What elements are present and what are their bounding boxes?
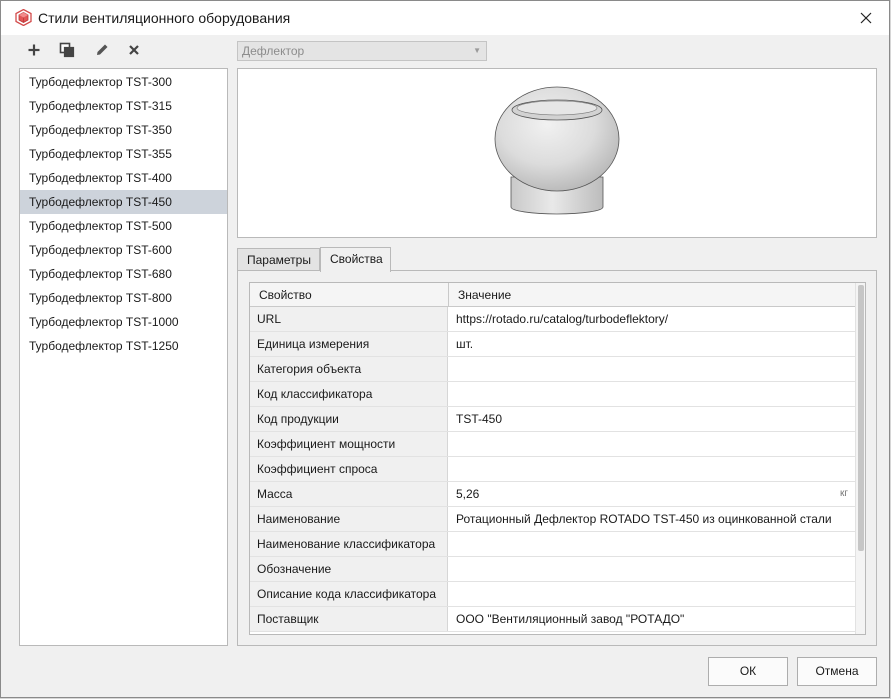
table-row: Код продукции TST-450 bbox=[250, 407, 856, 432]
app-logo-icon bbox=[15, 9, 32, 26]
property-name-cell: Поставщик bbox=[250, 607, 448, 631]
property-value-cell[interactable]: шт. bbox=[449, 332, 856, 356]
close-icon bbox=[860, 12, 872, 24]
ok-button[interactable]: ОК bbox=[708, 657, 788, 686]
property-value-cell[interactable]: https://rotado.ru/catalog/turbodeflektor… bbox=[449, 307, 856, 331]
list-item-selected[interactable]: Турбодефлектор TST-450 bbox=[20, 190, 227, 214]
table-row: Обозначение bbox=[250, 557, 856, 582]
list-item[interactable]: Турбодефлектор TST-600 bbox=[20, 238, 227, 262]
property-name-cell: Код продукции bbox=[250, 407, 448, 431]
tab-parameters-label: Параметры bbox=[247, 253, 311, 267]
list-item[interactable]: Турбодефлектор TST-400 bbox=[20, 166, 227, 190]
styles-dialog: Стили вентиляционного оборудования Турбо… bbox=[0, 0, 890, 698]
property-name-cell: URL bbox=[250, 307, 448, 331]
property-name-cell: Обозначение bbox=[250, 557, 448, 581]
column-header-value[interactable]: Значение bbox=[449, 283, 511, 307]
property-name-cell: Коэффициент мощности bbox=[250, 432, 448, 456]
list-item[interactable]: Турбодефлектор TST-300 bbox=[20, 70, 227, 94]
property-name-cell: Масса bbox=[250, 482, 448, 506]
property-value-cell[interactable] bbox=[449, 557, 856, 581]
property-value-cell[interactable] bbox=[449, 532, 856, 556]
property-value-cell[interactable] bbox=[449, 457, 856, 481]
list-item[interactable]: Турбодефлектор TST-500 bbox=[20, 214, 227, 238]
chevron-down-icon: ▼ bbox=[473, 46, 481, 55]
title-bar: Стили вентиляционного оборудования bbox=[1, 1, 889, 35]
equipment-type-value: Дефлектор bbox=[242, 44, 305, 58]
styles-toolbar bbox=[19, 37, 219, 65]
mass-unit: кг bbox=[839, 488, 848, 499]
property-value-cell[interactable]: 5,26 кг bbox=[449, 482, 856, 506]
plus-icon bbox=[28, 44, 40, 56]
property-name-cell: Наименование классификатора bbox=[250, 532, 448, 556]
properties-grid: Свойство Значение URL https://rotado.ru/… bbox=[249, 282, 866, 635]
turbo-deflector-preview-image bbox=[494, 86, 620, 215]
list-item[interactable]: Турбодефлектор TST-1000 bbox=[20, 310, 227, 334]
property-value-cell[interactable] bbox=[449, 382, 856, 406]
grid-vertical-scrollbar[interactable] bbox=[855, 283, 865, 634]
property-name-cell: Единица измерения bbox=[250, 332, 448, 356]
list-item[interactable]: Турбодефлектор TST-315 bbox=[20, 94, 227, 118]
table-row: Наименование Ротационный Дефлектор ROTAD… bbox=[250, 507, 856, 532]
pencil-icon bbox=[97, 44, 108, 55]
add-style-button[interactable] bbox=[23, 39, 45, 61]
table-row: Коэффициент мощности bbox=[250, 432, 856, 457]
list-item[interactable]: Турбодефлектор TST-680 bbox=[20, 262, 227, 286]
cancel-button[interactable]: Отмена bbox=[797, 657, 877, 686]
copy-icon bbox=[59, 42, 75, 58]
table-row: URL https://rotado.ru/catalog/turbodefle… bbox=[250, 307, 856, 332]
table-row: Код классификатора bbox=[250, 382, 856, 407]
mass-value: 5,26 bbox=[456, 487, 480, 501]
property-value-cell[interactable] bbox=[449, 432, 856, 456]
table-row: Масса 5,26 кг bbox=[250, 482, 856, 507]
styles-list: Турбодефлектор TST-300 Турбодефлектор TS… bbox=[19, 68, 228, 646]
table-row: Коэффициент спроса bbox=[250, 457, 856, 482]
property-name-cell: Категория объекта bbox=[250, 357, 448, 381]
grid-header: Свойство Значение bbox=[250, 283, 856, 307]
tab-properties[interactable]: Свойства bbox=[320, 247, 391, 272]
property-value-cell[interactable] bbox=[449, 357, 856, 381]
window-title: Стили вентиляционного оборудования bbox=[38, 10, 291, 26]
property-name-cell: Описание кода классификатора bbox=[250, 582, 448, 606]
list-item[interactable]: Турбодефлектор TST-800 bbox=[20, 286, 227, 310]
property-value-cell[interactable]: ООО "Вентиляционный завод "РОТАДО" bbox=[449, 607, 856, 631]
property-name-cell: Наименование bbox=[250, 507, 448, 531]
edit-style-button[interactable] bbox=[91, 39, 113, 61]
property-name-cell: Код классификатора bbox=[250, 382, 448, 406]
column-header-property[interactable]: Свойство bbox=[250, 283, 312, 307]
equipment-type-combo[interactable]: Дефлектор ▼ bbox=[237, 41, 487, 61]
table-row: Описание кода классификатора bbox=[250, 582, 856, 607]
property-value-cell[interactable]: TST-450 bbox=[449, 407, 856, 431]
table-row: Единица измерения шт. bbox=[250, 332, 856, 357]
list-item[interactable]: Турбодефлектор TST-1250 bbox=[20, 334, 227, 358]
tab-parameters[interactable]: Параметры bbox=[237, 248, 320, 271]
property-name-cell: Коэффициент спроса bbox=[250, 457, 448, 481]
list-item[interactable]: Турбодефлектор TST-355 bbox=[20, 142, 227, 166]
copy-style-button[interactable] bbox=[56, 39, 78, 61]
property-value-cell[interactable]: Ротационный Дефлектор ROTADO TST-450 из … bbox=[449, 507, 856, 531]
model-preview bbox=[237, 68, 877, 238]
delete-icon bbox=[129, 45, 139, 55]
table-row: Поставщик ООО "Вентиляционный завод "РОТ… bbox=[250, 607, 856, 632]
table-row: Категория объекта bbox=[250, 357, 856, 382]
tab-properties-label: Свойства bbox=[330, 252, 383, 266]
table-row: Наименование классификатора bbox=[250, 532, 856, 557]
list-item[interactable]: Турбодефлектор TST-350 bbox=[20, 118, 227, 142]
property-value-cell[interactable] bbox=[449, 582, 856, 606]
scrollbar-thumb[interactable] bbox=[858, 285, 864, 551]
close-button[interactable] bbox=[843, 1, 889, 35]
delete-style-button[interactable] bbox=[123, 39, 145, 61]
